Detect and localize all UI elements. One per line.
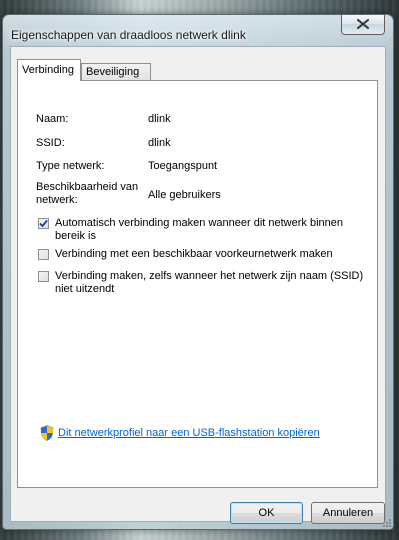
hidden-ssid-checkbox[interactable] [38, 271, 49, 282]
check-mark-icon [39, 219, 48, 228]
tab-verbinding[interactable]: Verbinding [17, 59, 81, 81]
preferred-network-label: Verbinding met een beschikbaar voorkeurn… [55, 248, 333, 260]
network-type-value: Toegangspunt [148, 160, 218, 172]
network-type-label: Type netwerk: [36, 160, 105, 172]
uac-shield-icon [40, 425, 54, 441]
close-icon [357, 19, 369, 29]
close-button[interactable] [341, 15, 385, 35]
tab-beveiliging[interactable]: Beveiliging [81, 63, 151, 80]
ok-button[interactable]: OK [230, 502, 303, 524]
cancel-button[interactable]: Annuleren [311, 502, 385, 524]
availability-label: Beschikbaarheid van netwerk: [36, 181, 139, 206]
name-label: Naam: [36, 113, 69, 125]
hidden-ssid-label: Verbinding maken, zelfs wanneer het netw… [55, 270, 364, 295]
auto-connect-checkbox[interactable] [38, 218, 49, 229]
copy-profile-link[interactable]: Dit netwerkprofiel naar een USB-flashsta… [58, 427, 320, 439]
name-value: dlink [148, 113, 171, 125]
ssid-value: dlink [148, 137, 171, 149]
properties-dialog: Eigenschappen van draadloos netwerk dlin… [2, 14, 394, 530]
tab-panel-verbinding: Naam: dlink SSID: dlink Type netwerk: To… [17, 80, 378, 488]
window-title: Eigenschappen van draadloos netwerk dlin… [11, 28, 246, 42]
auto-connect-label: Automatisch verbinding maken wanneer dit… [55, 217, 343, 242]
availability-value: Alle gebruikers [148, 189, 221, 201]
ssid-label: SSID: [36, 137, 65, 149]
title-bar[interactable]: Eigenschappen van draadloos netwerk dlin… [3, 15, 393, 45]
resize-grip-icon[interactable] [382, 518, 392, 528]
preferred-network-checkbox[interactable] [38, 249, 49, 260]
dialog-body: Verbinding Beveiliging Naam: dlink SSID:… [10, 46, 386, 524]
